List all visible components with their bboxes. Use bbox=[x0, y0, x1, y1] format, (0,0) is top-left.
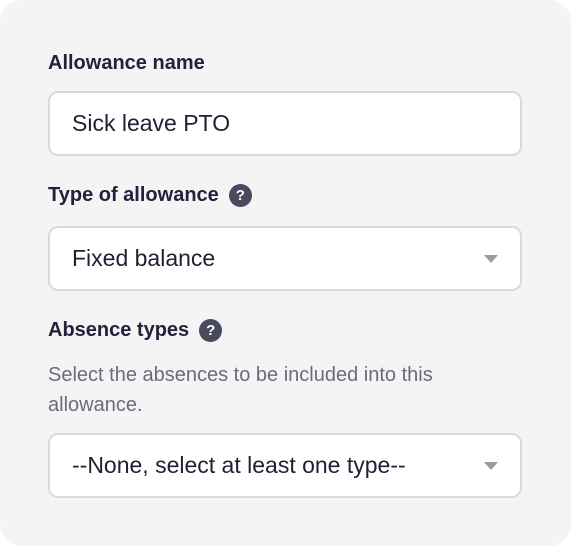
absence-types-label-text: Absence types bbox=[48, 319, 190, 341]
type-of-allowance-select[interactable]: Fixed balance bbox=[48, 226, 522, 291]
absence-types-selected-value: --None, select at least one type-- bbox=[72, 452, 406, 478]
absence-types-helper-text: Select the absences to be included into … bbox=[48, 364, 433, 416]
absence-types-select[interactable]: --None, select at least one type-- bbox=[48, 433, 522, 498]
allowance-name-input[interactable] bbox=[72, 110, 498, 137]
allowance-name-label: Allowance name bbox=[48, 51, 205, 75]
allowance-form-card: Allowance name Type of allowance ? Fixed… bbox=[0, 0, 571, 546]
type-of-allowance-selected-value: Fixed balance bbox=[72, 245, 216, 271]
question-mark-icon[interactable]: ? bbox=[199, 318, 223, 342]
chevron-down-icon bbox=[484, 254, 498, 263]
type-of-allowance-label-text: Type of allowance bbox=[48, 184, 219, 206]
chevron-down-icon bbox=[484, 461, 498, 470]
question-mark-icon[interactable]: ? bbox=[228, 183, 252, 207]
allowance-name-field[interactable] bbox=[48, 91, 522, 156]
absence-types-label: Absence types ? bbox=[48, 318, 223, 342]
allowance-name-label-text: Allowance name bbox=[48, 52, 205, 74]
type-of-allowance-label: Type of allowance ? bbox=[48, 183, 252, 207]
